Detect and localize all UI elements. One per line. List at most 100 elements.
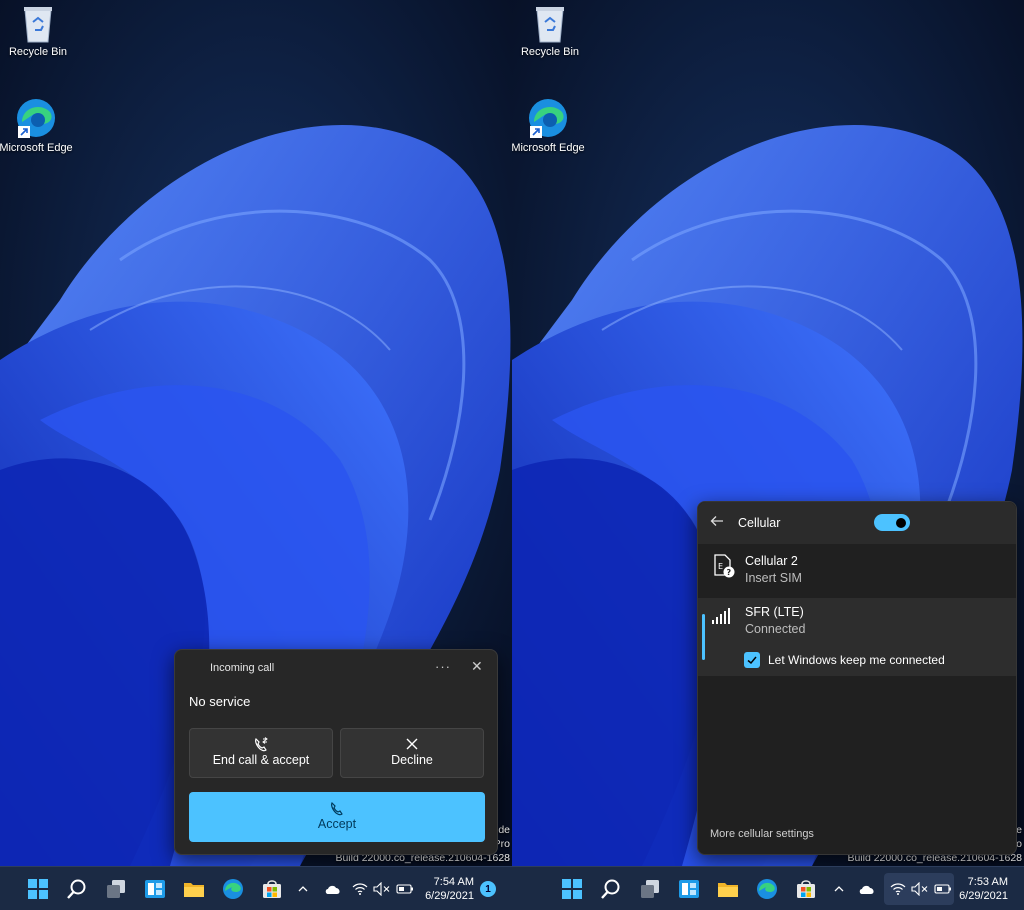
onedrive-button[interactable] <box>858 879 876 899</box>
network-item-cellular-2[interactable]: E ? Cellular 2 Insert SIM <box>698 544 1016 596</box>
flyout-header: Cellular <box>698 502 1016 544</box>
widgets-button[interactable] <box>676 876 702 902</box>
more-cellular-settings-link[interactable]: More cellular settings <box>710 828 814 840</box>
show-hidden-icons-button[interactable] <box>833 879 845 899</box>
clock[interactable]: 7:54 AM 6/29/2021 <box>418 875 474 903</box>
onedrive-button[interactable] <box>324 879 342 899</box>
end-call-accept-label: End call & accept <box>212 753 310 767</box>
network-button[interactable] <box>352 879 368 899</box>
show-hidden-icons-button[interactable] <box>297 879 309 899</box>
start-button[interactable] <box>559 876 585 902</box>
store-icon <box>263 880 281 898</box>
widgets-button[interactable] <box>142 876 168 902</box>
file-explorer-icon <box>184 883 204 897</box>
battery-icon <box>396 884 413 894</box>
flyout-title: Cellular <box>738 516 781 530</box>
volume-button[interactable] <box>373 879 391 899</box>
battery-icon <box>934 884 951 894</box>
keep-connected-label: Let Windows keep me connected <box>768 653 945 667</box>
back-arrow-icon <box>710 516 723 526</box>
notification-badge[interactable]: 1 <box>480 881 496 897</box>
toast-title: Incoming call <box>210 662 275 674</box>
back-button[interactable] <box>710 514 724 532</box>
clock-date: 6/29/2021 <box>425 890 474 902</box>
store-button[interactable] <box>259 876 285 902</box>
right-screen: Recycle Bin Microsoft Edge de Pro Build … <box>512 0 1024 910</box>
edge-shortcut[interactable]: Microsoft Edge <box>0 96 74 154</box>
task-view-icon <box>107 880 125 898</box>
selection-indicator <box>702 614 705 660</box>
search-icon <box>67 879 86 899</box>
store-icon <box>797 880 815 898</box>
edge-taskbar-button[interactable] <box>220 876 246 902</box>
search-button[interactable] <box>598 876 624 902</box>
edge-icon <box>529 99 567 138</box>
call-status: No service <box>189 694 251 709</box>
recycle-bin-icon <box>536 7 564 43</box>
accept-label: Accept <box>317 817 357 831</box>
battery-button[interactable] <box>396 879 414 899</box>
wifi-icon <box>890 883 906 895</box>
clock-time: 7:54 AM <box>433 876 474 888</box>
cellular-toggle[interactable] <box>874 514 910 531</box>
decline-label: Decline <box>391 753 433 767</box>
widgets-icon <box>679 880 699 898</box>
widgets-icon <box>145 880 165 898</box>
file-explorer-button[interactable] <box>181 876 207 902</box>
volume-muted-icon <box>373 882 390 896</box>
incoming-call-toast: Incoming call ··· ✕ No service End call … <box>174 649 498 855</box>
cellular-flyout: Cellular E ? Cellular 2 Insert SIM SFR (… <box>697 501 1017 855</box>
taskbar: 7:53 AM 6/29/2021 <box>512 866 1024 910</box>
task-view-icon <box>641 880 659 898</box>
end-call-accept-button[interactable]: End call & accept <box>189 728 333 778</box>
keep-connected-checkbox[interactable] <box>744 652 760 668</box>
store-button[interactable] <box>793 876 819 902</box>
clock[interactable]: 7:53 AM 6/29/2021 <box>952 875 1008 903</box>
left-screen: Recycle Bin Microsoft Edge de Pro Build … <box>0 0 512 910</box>
close-button[interactable]: ✕ <box>471 658 483 675</box>
checkmark-icon <box>747 656 757 665</box>
x-icon <box>406 738 418 750</box>
chevron-up-icon <box>298 886 308 892</box>
start-icon <box>28 879 48 899</box>
file-explorer-button[interactable] <box>715 876 741 902</box>
start-button[interactable] <box>25 876 51 902</box>
more-options-button[interactable]: ··· <box>435 659 451 674</box>
toggle-knob <box>896 517 906 528</box>
edge-icon <box>757 879 777 899</box>
task-view-button[interactable] <box>637 876 663 902</box>
accept-button[interactable]: Accept <box>189 792 485 842</box>
start-icon <box>562 879 582 899</box>
chevron-up-icon <box>834 886 844 892</box>
search-button[interactable] <box>64 876 90 902</box>
edge-shortcut[interactable]: Microsoft Edge <box>512 96 586 154</box>
edge-label: Microsoft Edge <box>0 142 73 154</box>
signal-bars-icon <box>712 608 730 624</box>
recycle-bin-shortcut[interactable]: Recycle Bin <box>0 4 76 58</box>
volume-muted-icon <box>911 882 928 896</box>
svg-text:?: ? <box>727 568 732 577</box>
search-icon <box>601 879 620 899</box>
edge-taskbar-button[interactable] <box>754 876 780 902</box>
quick-settings-button[interactable] <box>884 873 954 905</box>
network-name: Cellular 2 <box>745 554 798 568</box>
recycle-bin-icon <box>24 7 52 43</box>
edge-icon <box>17 99 55 138</box>
edge-label: Microsoft Edge <box>512 142 585 154</box>
watermark-fragment: de <box>498 824 510 836</box>
edge-icon <box>223 879 243 899</box>
svg-text:E: E <box>718 562 723 571</box>
taskbar: 7:54 AM 6/29/2021 1 <box>0 866 512 910</box>
onedrive-icon <box>859 885 874 894</box>
task-view-button[interactable] <box>103 876 129 902</box>
decline-button[interactable]: Decline <box>340 728 484 778</box>
recycle-bin-label: Recycle Bin <box>520 46 580 58</box>
network-status: Insert SIM <box>745 571 802 585</box>
sim-card-unknown-icon: E ? <box>714 554 735 578</box>
file-explorer-icon <box>718 883 738 897</box>
recycle-bin-label: Recycle Bin <box>8 46 68 58</box>
phone-icon <box>331 801 343 816</box>
network-item-sfr-lte[interactable]: SFR (LTE) Connected Let Windows keep me … <box>698 598 1016 676</box>
network-name: SFR (LTE) <box>745 605 804 619</box>
recycle-bin-shortcut[interactable]: Recycle Bin <box>512 4 588 58</box>
